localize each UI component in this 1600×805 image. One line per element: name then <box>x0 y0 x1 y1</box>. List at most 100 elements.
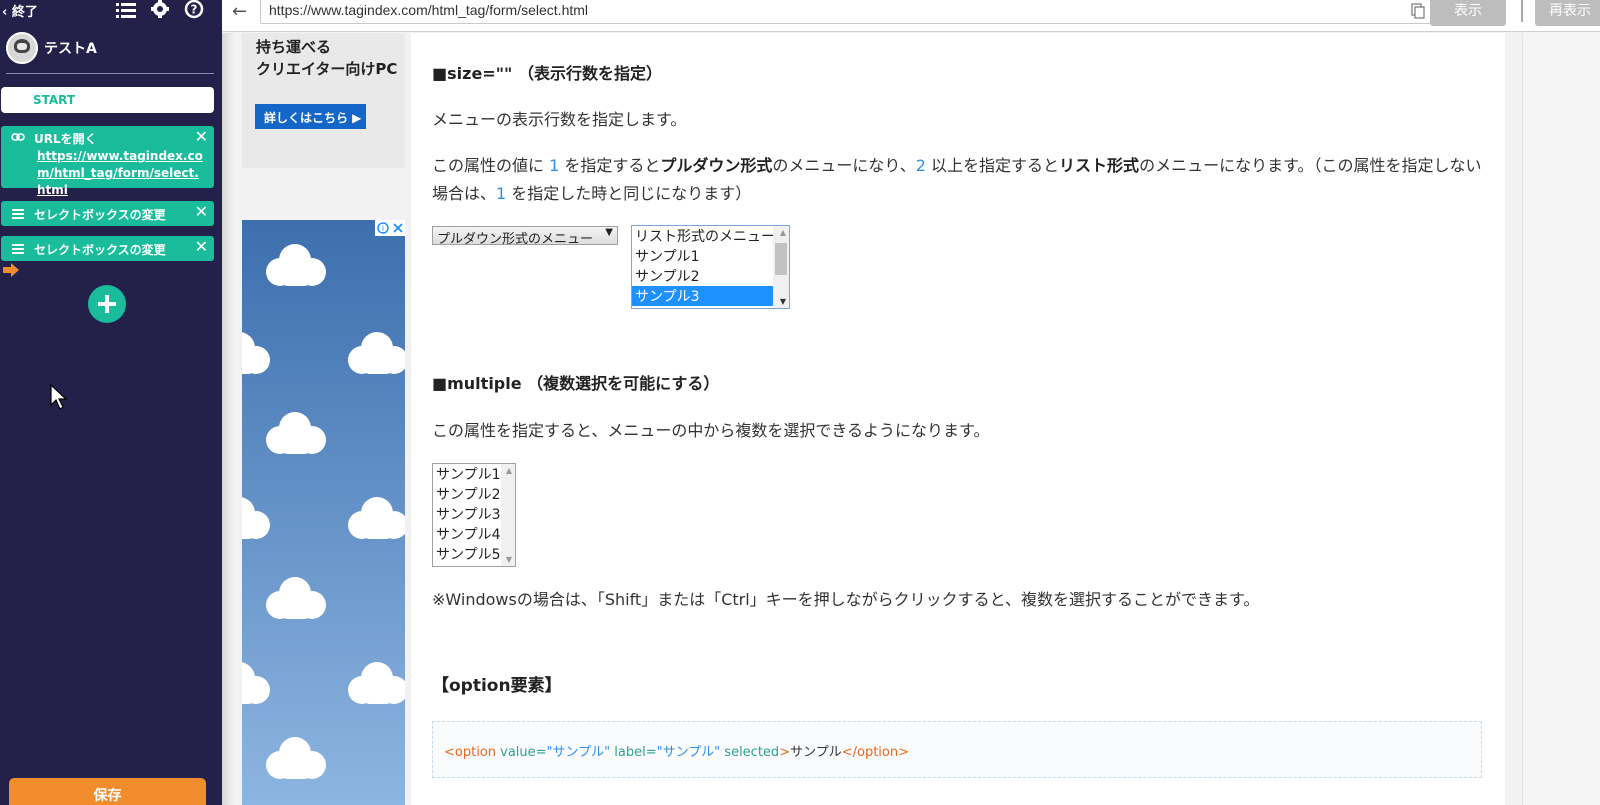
user-name: テストA <box>44 41 97 57</box>
multiple-description: この属性を指定すると、メニューの中から複数を選択できるようになります。 <box>432 421 990 440</box>
close-icon[interactable]: ✕ <box>195 203 208 221</box>
add-step-button[interactable] <box>88 285 126 323</box>
link-icon <box>11 133 25 141</box>
dropdown-arrow-icon: ▼ <box>605 227 613 238</box>
sidebar: ‹ 終了 ? テストA START URLを開く ✕ https://www.t… <box>0 0 222 805</box>
code-attr: selected <box>720 745 780 760</box>
scroll-down-icon[interactable]: ▼ <box>780 297 786 306</box>
url-input[interactable] <box>269 1 1349 19</box>
ad-text: 持ち運べる クリエイター向けPC <box>256 38 398 78</box>
svg-text:?: ? <box>191 3 198 17</box>
code-open-tag: <option <box>444 745 496 760</box>
list-select[interactable]: リスト形式のメニュー サンプル1 サンプル2 サンプル3 ▲ ▼ <box>631 225 790 309</box>
menu-icon <box>12 244 24 254</box>
ad-choices-icon[interactable]: i <box>375 220 405 236</box>
sidebar-divider <box>6 73 214 74</box>
code-attr: value= <box>496 745 547 760</box>
ad-banner-clouds[interactable]: i <box>242 220 405 805</box>
pulldown-select[interactable]: プルダウン形式のメニュー ▼ <box>432 226 618 247</box>
multiple-heading: ■multiple （複数選択を可能にする） <box>432 374 720 393</box>
reshow-button[interactable]: 再表示 <box>1535 0 1600 26</box>
list-option-selected[interactable]: サンプル3 <box>632 286 789 306</box>
mouse-cursor-icon <box>50 384 68 410</box>
ad-banner-pc[interactable]: 持ち運べる クリエイター向けPC 詳しくはこちら ▶ <box>242 33 405 168</box>
cloud-icon <box>266 737 326 779</box>
scroll-up-icon[interactable]: ▲ <box>780 228 786 237</box>
start-node[interactable]: START <box>1 87 214 113</box>
help-icon[interactable]: ? <box>182 0 206 20</box>
cloud-icon <box>348 662 405 704</box>
cloud-icon <box>348 332 405 374</box>
value-two: 2 <box>915 156 926 175</box>
pulldown-value: プルダウン形式のメニュー <box>437 232 594 247</box>
code-gt: > <box>779 745 791 760</box>
text: を指定した時と同じになります） <box>506 184 752 203</box>
scroll-thumb[interactable] <box>775 243 787 275</box>
browser-toolbar: ← 表示 再表示 <box>222 0 1600 32</box>
main-content: ■size="" （表示行数を指定） メニューの表示行数を指定します。 この属性… <box>411 33 1505 805</box>
close-icon[interactable]: ✕ <box>195 238 208 256</box>
code-text: サンプル <box>790 745 842 760</box>
step-title: セレクトボックスの変更 <box>34 208 166 222</box>
step-select-change[interactable]: セレクトボックスの変更 ✕ <box>1 201 214 226</box>
value-one: 1 <box>549 156 560 175</box>
back-arrow-icon[interactable]: ← <box>232 1 247 22</box>
text: この属性の値に <box>432 156 550 175</box>
listbox-scrollbar[interactable]: ▲ ▼ <box>773 226 789 308</box>
ad-details-button[interactable]: 詳しくはこちら ▶ <box>255 104 366 129</box>
size-heading: ■size="" （表示行数を指定） <box>432 64 662 83</box>
scroll-up-icon[interactable]: ▲ <box>506 466 512 475</box>
code-example: <option value="サンプル" label="サンプル" select… <box>432 721 1482 778</box>
code-value: "サンプル" <box>656 745 721 760</box>
user-profile: テストA <box>6 32 97 64</box>
svg-text:i: i <box>382 224 384 233</box>
step-url-value[interactable]: https://www.tagindex.com/html_tag/form/s… <box>37 148 207 199</box>
menu-icon <box>12 209 24 219</box>
code-close-tag: </option> <box>841 745 909 760</box>
cloud-icon <box>242 497 270 539</box>
step-select-change[interactable]: セレクトボックスの変更 ✕ <box>1 236 214 261</box>
cloud-icon <box>266 412 326 454</box>
multi-select[interactable]: サンプル1 サンプル2 サンプル3 サンプル4 サンプル5 ▲ ▼ <box>432 463 516 567</box>
toolbar-divider <box>1521 0 1523 22</box>
sidebar-toolbar: ‹ 終了 ? <box>0 0 222 22</box>
close-icon[interactable]: ✕ <box>195 128 208 146</box>
text: を指定すると <box>559 156 661 175</box>
step-open-url[interactable]: URLを開く ✕ https://www.tagindex.com/html_t… <box>1 126 214 197</box>
scroll-down-icon[interactable]: ▼ <box>506 555 512 564</box>
copy-icon[interactable] <box>1411 3 1425 19</box>
current-step-arrow-icon <box>3 263 19 277</box>
list-option[interactable]: サンプル1 <box>632 246 789 266</box>
step-title: URLを開く <box>34 132 97 146</box>
avatar <box>6 32 38 64</box>
code-value: "サンプル" <box>546 745 611 760</box>
cloud-icon <box>266 577 326 619</box>
listbox-scrollbar[interactable]: ▲ ▼ <box>501 464 515 566</box>
exit-button[interactable]: ‹ 終了 <box>2 1 38 20</box>
app-root: ‹ 終了 ? テストA START URLを開く ✕ https://www.t… <box>0 0 1600 805</box>
save-button[interactable]: 保存 <box>9 778 206 805</box>
url-bar[interactable] <box>260 0 1434 24</box>
list-icon[interactable] <box>114 0 138 20</box>
step-title: セレクトボックスの変更 <box>34 243 166 257</box>
exit-label: 終了 <box>11 5 38 20</box>
show-button[interactable]: 表示 <box>1430 0 1506 26</box>
size-description: メニューの表示行数を指定します。 <box>432 110 687 129</box>
gear-icon[interactable] <box>148 0 172 20</box>
value-one: 1 <box>496 184 507 203</box>
web-page: 持ち運べる クリエイター向けPC 詳しくはこちら ▶ i ■size="" （表… <box>222 33 1600 805</box>
cloud-icon <box>266 244 326 286</box>
text: のメニューになり、 <box>772 156 916 175</box>
page-edge <box>222 33 234 805</box>
list-option[interactable]: サンプル2 <box>632 266 789 286</box>
cloud-icon <box>242 662 270 704</box>
code-attr: label= <box>610 745 657 760</box>
cloud-icon <box>242 332 270 374</box>
list-option[interactable]: リスト形式のメニュー <box>632 226 789 246</box>
option-heading: 【option要素】 <box>432 676 562 696</box>
cloud-icon <box>348 497 405 539</box>
size-detail: この属性の値に 1 を指定するとプルダウン形式のメニューになり、2 以上を指定す… <box>432 152 1482 208</box>
bold-text: プルダウン形式 <box>660 156 773 175</box>
right-column <box>1522 33 1600 805</box>
bold-text: リスト形式 <box>1059 156 1140 175</box>
